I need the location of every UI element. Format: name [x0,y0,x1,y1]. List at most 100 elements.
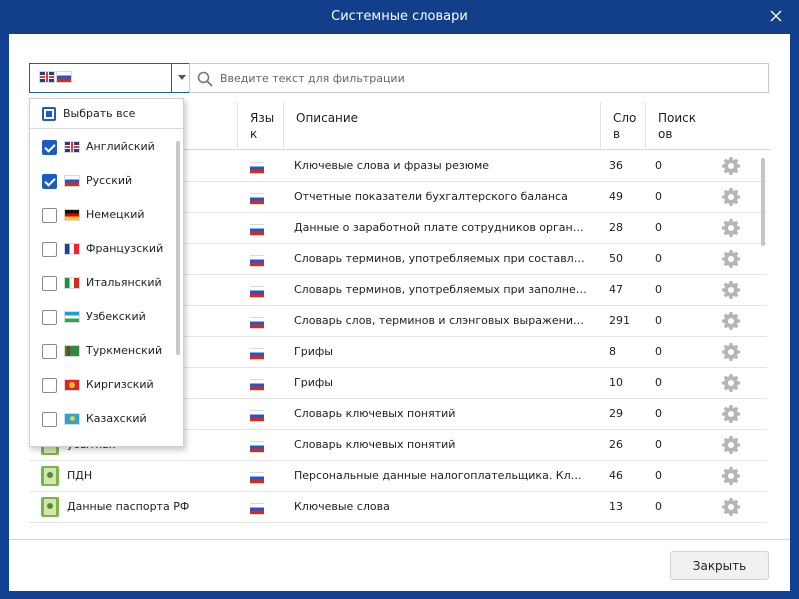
column-header-lang-label: Язы к [250,111,275,141]
gear-icon[interactable] [721,249,741,272]
flag-uz-icon [65,312,79,322]
language-checkbox[interactable] [42,378,57,393]
row-name: Данные паспорта РФ [67,500,190,513]
table-scrollbar[interactable] [760,154,766,510]
row-word-count: 26 [609,438,623,451]
dictionary-icon [41,466,59,486]
language-option-label: Узбекский [86,310,146,323]
row-language [250,223,264,236]
row-search-count: 0 [655,314,662,327]
row-language [250,409,264,422]
row-word-count: 29 [609,407,623,420]
dropdown-scrollbar[interactable] [176,141,180,441]
column-header-words[interactable]: Сло в [600,102,645,150]
gear-icon[interactable] [721,218,741,241]
language-checkbox[interactable] [42,174,57,189]
filter-input[interactable] [220,69,760,87]
flag-kz-icon [65,414,79,424]
flag-ru-icon [250,473,264,483]
row-search-count: 0 [655,407,662,420]
language-option-label: Казахский [86,412,147,425]
close-icon[interactable] [767,7,785,25]
language-option[interactable]: Туркменский [30,334,175,368]
table-scrollbar-thumb[interactable] [761,158,765,246]
row-search-count: 0 [655,252,662,265]
language-checkbox[interactable] [42,208,57,223]
flag-ru-icon [250,225,264,235]
flag-ru-icon [250,194,264,204]
dialog-window: Системные словари Язык Описание Слов Пои [0,0,799,599]
flag-ru-icon [250,287,264,297]
row-word-count: 49 [609,190,623,203]
row-word-count: 36 [609,159,623,172]
select-all-option[interactable]: Выбрать все [30,99,183,129]
selected-language-flags [40,72,71,82]
row-language [250,471,264,484]
row-description: Данные о заработной плате сотрудников ор… [294,221,590,234]
language-option-label: Киргизский [86,378,154,391]
language-option[interactable]: Казахский [30,402,175,436]
row-search-count: 0 [655,500,662,513]
gear-icon[interactable] [721,435,741,458]
language-select[interactable] [29,63,193,93]
chevron-down-icon [178,75,186,80]
row-language [250,502,264,515]
gear-icon[interactable] [721,187,741,210]
column-header-searches[interactable]: Поиск ов [645,102,715,150]
table-row[interactable]: Данные паспорта РФ Ключевые слова 13 0 [29,492,767,523]
row-word-count: 8 [609,345,616,358]
row-description: Словарь ключевых понятий [294,407,456,420]
row-language [250,192,264,205]
row-word-count: 46 [609,469,623,482]
language-option[interactable]: Узбекский [30,300,175,334]
row-word-count: 50 [609,252,623,265]
gear-icon[interactable] [721,311,741,334]
language-checkbox[interactable] [42,344,57,359]
row-name: ПДН [67,469,93,482]
language-option-label: Русский [86,174,133,187]
row-description: Грифы [294,376,333,389]
flag-ru-icon [250,411,264,421]
gear-icon[interactable] [721,280,741,303]
language-checkbox[interactable] [42,140,57,155]
language-option[interactable]: Немецкий [30,198,175,232]
row-description: Отчетные показатели бухгалтерского балан… [294,190,568,203]
flag-gb-icon [40,72,54,82]
language-option-label: Туркменский [86,344,163,357]
language-checkbox[interactable] [42,242,57,257]
close-button[interactable]: Закрыть [670,551,769,580]
gear-icon[interactable] [721,497,741,520]
flag-tm-icon [65,346,79,356]
dropdown-scrollbar-thumb[interactable] [176,141,180,355]
flag-ru-icon [250,380,264,390]
language-option-label: Английский [86,140,155,153]
row-language [250,316,264,329]
column-header-description[interactable]: Описание [283,102,600,150]
row-word-count: 13 [609,500,623,513]
language-option[interactable]: Русский [30,164,175,198]
select-all-checkbox[interactable] [42,107,56,121]
flag-ru-icon [250,504,264,514]
gear-icon[interactable] [721,404,741,427]
language-option[interactable]: Итальянский [30,266,175,300]
table-row[interactable]: ПДН Персональные данные налогоплательщика… [29,461,767,492]
language-dropdown: Выбрать все Английский Русский Немецкий Фра… [29,98,184,447]
row-description: Словарь терминов, употребляемых при сост… [294,252,590,265]
language-checkbox[interactable] [42,412,57,427]
language-option[interactable]: Английский [30,130,175,164]
row-word-count: 10 [609,376,623,389]
language-option[interactable]: Киргизский [30,368,175,402]
language-checkbox[interactable] [42,310,57,325]
language-option[interactable]: Французский [30,232,175,266]
gear-icon[interactable] [721,466,741,489]
flag-ru-icon [57,72,71,82]
filter-field[interactable] [189,63,769,93]
flag-ru-icon [65,176,79,186]
row-language [250,254,264,267]
row-search-count: 0 [655,376,662,389]
gear-icon[interactable] [721,156,741,179]
language-checkbox[interactable] [42,276,57,291]
gear-icon[interactable] [721,342,741,365]
column-header-lang[interactable]: Язы к [237,102,283,150]
gear-icon[interactable] [721,373,741,396]
